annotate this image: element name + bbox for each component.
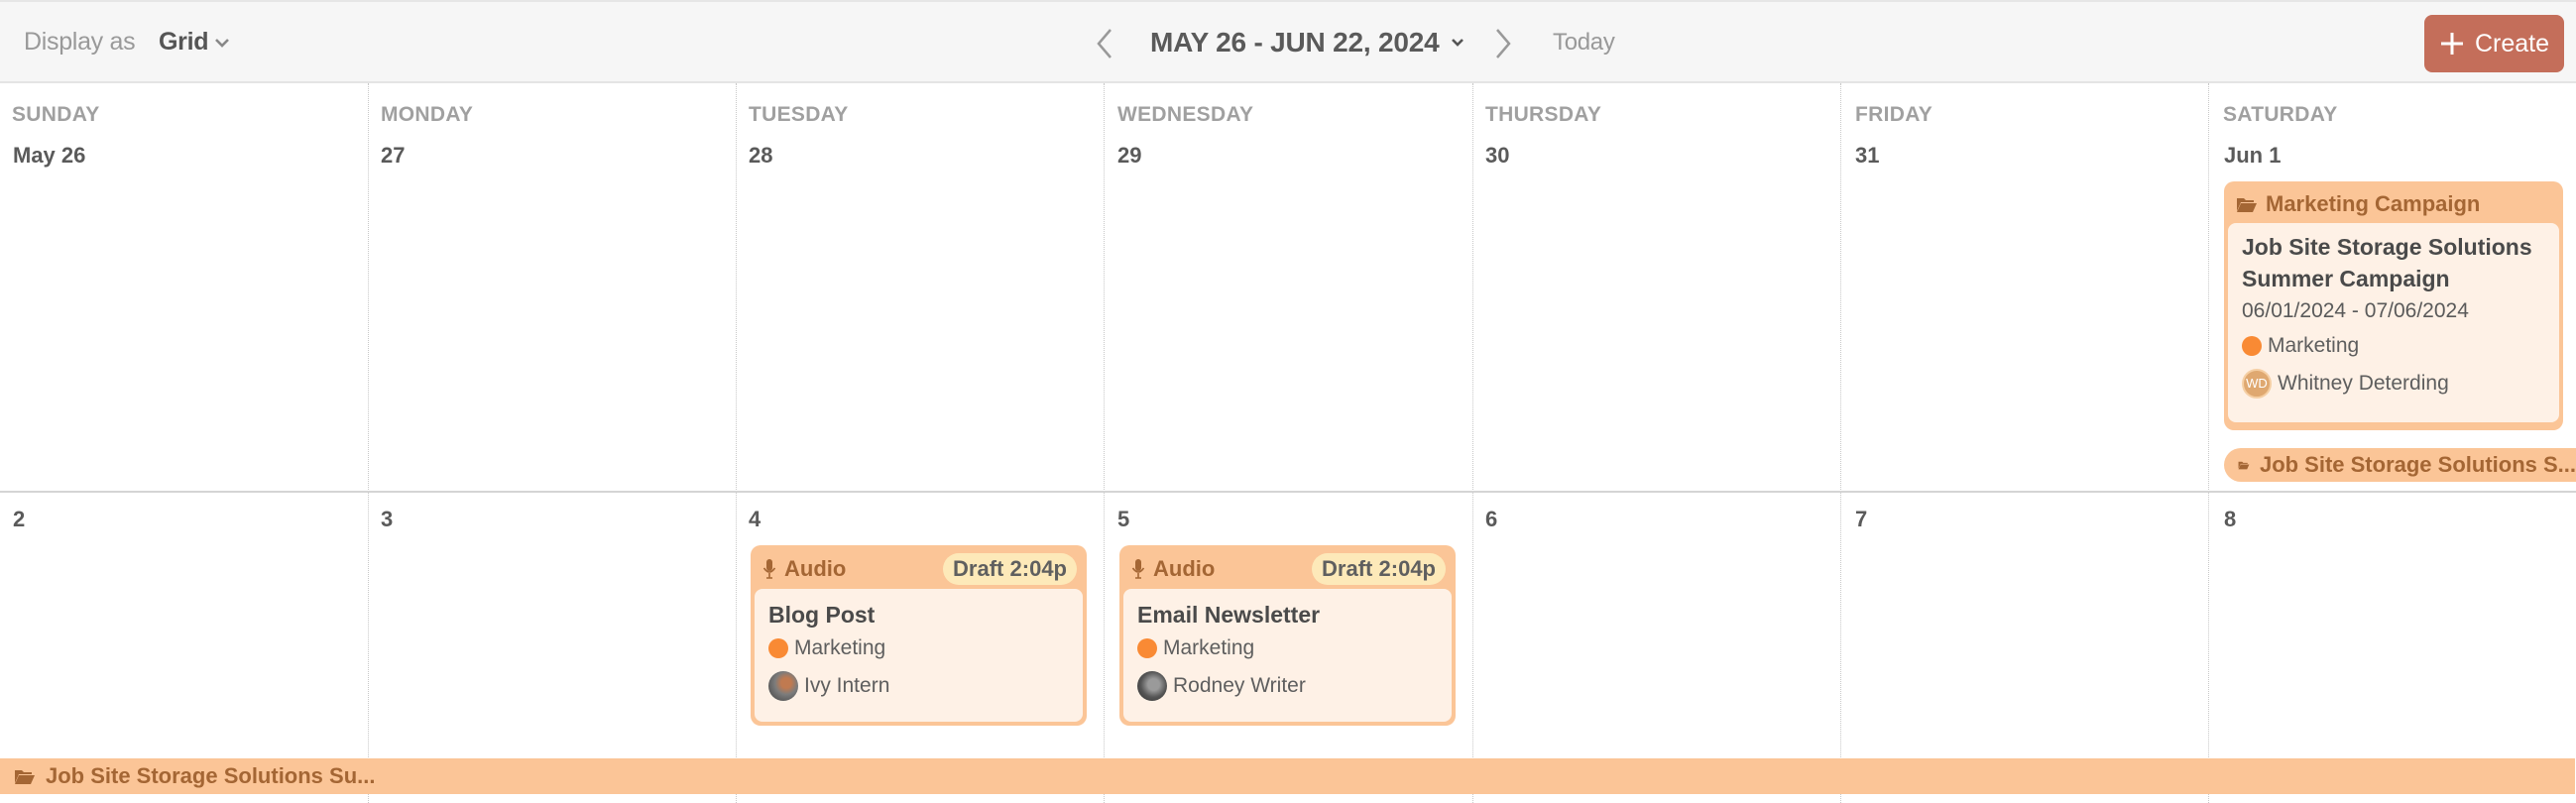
campaign-span-bar[interactable]: Job Site Storage Solutions Su... — [0, 758, 2575, 794]
time-label: 2:04p — [1009, 556, 1067, 581]
chevron-down-icon — [1451, 39, 1464, 47]
column-divider — [1472, 83, 1473, 803]
display-as-label: Display as — [24, 28, 136, 56]
marketing-color-dot — [1137, 638, 1157, 658]
folder-icon — [15, 770, 35, 784]
chevron-down-icon — [215, 38, 230, 48]
owner-name: Ivy Intern — [804, 674, 890, 697]
microphone-icon — [762, 559, 776, 579]
content-tag: Marketing — [1137, 631, 1438, 666]
campaign-type-label: Marketing Campaign — [2266, 191, 2481, 216]
chevron-right-icon — [1496, 29, 1511, 58]
date-cell-label[interactable]: 29 — [1117, 143, 1141, 169]
date-cell-label[interactable]: Jun 1 — [2224, 143, 2281, 169]
avatar — [1137, 671, 1167, 701]
weekday-header-saturday: SATURDAY — [2223, 103, 2338, 126]
column-divider — [368, 83, 369, 803]
view-mode-dropdown[interactable]: Grid — [159, 28, 232, 57]
next-period-button[interactable] — [1487, 24, 1517, 63]
content-type-label: Audio — [784, 556, 847, 581]
chevron-left-icon — [1097, 29, 1112, 58]
content-type-label: Audio — [1153, 556, 1216, 581]
campaign-owner: WD Whitney Deterding — [2242, 364, 2545, 403]
weekday-header-friday: FRIDAY — [1855, 103, 1933, 126]
date-cell-label[interactable]: 28 — [749, 143, 772, 169]
date-cell-label[interactable]: 2 — [13, 507, 25, 532]
today-button[interactable]: Today — [1553, 29, 1615, 57]
weekday-header-tuesday: TUESDAY — [749, 103, 849, 126]
date-cell-label[interactable]: 6 — [1485, 507, 1497, 532]
create-label: Create — [2474, 29, 2550, 57]
owner-name: Rodney Writer — [1173, 674, 1306, 697]
week-divider — [0, 491, 2576, 493]
tag-label: Marketing — [1163, 636, 1255, 659]
create-button[interactable]: Create — [2424, 15, 2564, 72]
weekday-header-monday: MONDAY — [381, 103, 474, 126]
folder-icon — [2237, 198, 2257, 212]
date-cell-label[interactable]: May 26 — [13, 143, 85, 169]
tag-label: Marketing — [2268, 334, 2360, 357]
span-bar-label: Job Site Storage Solutions S... — [2259, 452, 2576, 477]
marketing-color-dot — [2242, 336, 2262, 356]
avatar: WD — [2242, 369, 2272, 399]
tag-label: Marketing — [794, 636, 886, 659]
date-cell-label[interactable]: 27 — [381, 143, 405, 169]
time-label: 2:04p — [1378, 556, 1436, 581]
status-badge: Draft 2:04p — [943, 553, 1077, 585]
content-title: Blog Post — [768, 602, 876, 628]
owner-name: Whitney Deterding — [2278, 372, 2449, 395]
date-cell-label[interactable]: 5 — [1117, 507, 1129, 532]
content-tag: Marketing — [768, 631, 1069, 666]
date-cell-label[interactable]: 31 — [1855, 143, 1879, 169]
status-label: Draft — [1322, 556, 1373, 581]
view-mode-value: Grid — [159, 28, 209, 56]
content-owner: Rodney Writer — [1137, 666, 1438, 706]
content-owner: Ivy Intern — [768, 666, 1069, 706]
date-range-label: MAY 26 - JUN 22, 2024 — [1150, 27, 1440, 57]
date-cell-label[interactable]: 4 — [749, 507, 761, 532]
folder-icon — [2238, 461, 2250, 470]
status-badge: Draft 2:04p — [1312, 553, 1446, 585]
date-cell-label[interactable]: 8 — [2224, 507, 2236, 532]
column-divider — [2208, 83, 2209, 803]
column-divider — [1840, 83, 1841, 803]
content-card[interactable]: Audio Draft 2:04p Blog Post Marketing Iv… — [751, 545, 1087, 726]
weekday-header-thursday: THURSDAY — [1485, 103, 1602, 126]
plus-icon — [2440, 33, 2463, 55]
date-cell-label[interactable]: 30 — [1485, 143, 1509, 169]
campaign-tag: Marketing — [2242, 328, 2545, 364]
calendar-grid: SUNDAY MONDAY TUESDAY WEDNESDAY THURSDAY… — [0, 83, 2576, 803]
weekday-header-wednesday: WEDNESDAY — [1117, 103, 1254, 126]
date-cell-label[interactable]: 7 — [1855, 507, 1867, 532]
campaign-title: Job Site Storage Solutions Summer Campai… — [2242, 234, 2532, 291]
date-range-picker[interactable]: MAY 26 - JUN 22, 2024 — [1150, 27, 1465, 58]
avatar — [768, 671, 798, 701]
column-divider — [736, 83, 737, 803]
column-divider — [1104, 83, 1105, 803]
previous-period-button[interactable] — [1091, 24, 1120, 63]
span-bar-label: Job Site Storage Solutions Su... — [46, 763, 376, 788]
campaign-card[interactable]: Marketing Campaign Job Site Storage Solu… — [2224, 181, 2563, 430]
content-card[interactable]: Audio Draft 2:04p Email Newsletter Marke… — [1119, 545, 1456, 726]
content-title: Email Newsletter — [1137, 602, 1321, 628]
campaign-span-bar[interactable]: Job Site Storage Solutions S... — [2224, 448, 2576, 482]
date-cell-label[interactable]: 3 — [381, 507, 393, 532]
status-label: Draft — [953, 556, 1004, 581]
calendar-toolbar: Display as Grid MAY 26 - JUN 22, 2024 To… — [0, 0, 2576, 83]
weekday-header-sunday: SUNDAY — [12, 103, 100, 126]
microphone-icon — [1131, 559, 1145, 579]
marketing-color-dot — [768, 638, 788, 658]
campaign-dates: 06/01/2024 - 07/06/2024 — [2242, 299, 2469, 322]
